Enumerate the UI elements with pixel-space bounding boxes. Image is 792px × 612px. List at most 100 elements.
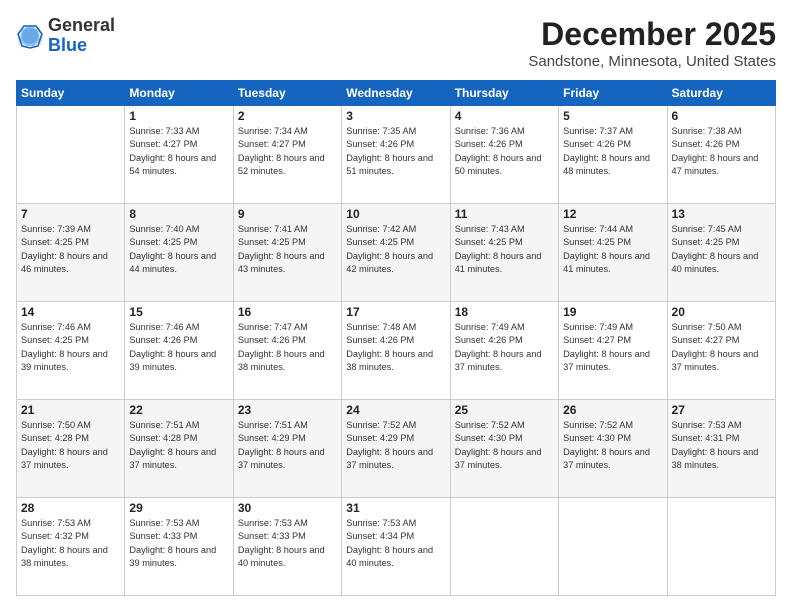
- day-info: Sunrise: 7:53 AMSunset: 4:34 PMDaylight:…: [346, 517, 445, 570]
- day-number: 26: [563, 403, 662, 417]
- calendar-cell: 20 Sunrise: 7:50 AMSunset: 4:27 PMDayligh…: [667, 302, 775, 400]
- day-number: 22: [129, 403, 228, 417]
- calendar-cell: 5Sunrise: 7:37 AMSunset: 4:26 PMDaylight…: [559, 106, 667, 204]
- day-number: 20: [672, 305, 771, 319]
- calendar-cell: 19 Sunrise: 7:49 AMSunset: 4:27 PMDayligh…: [559, 302, 667, 400]
- day-number: 16: [238, 305, 337, 319]
- day-number: 31: [346, 501, 445, 515]
- day-number: 5: [563, 109, 662, 123]
- day-number: 24: [346, 403, 445, 417]
- day-number: 19: [563, 305, 662, 319]
- day-info: Sunrise: 7:47 AMSunset: 4:26 PMDaylight:…: [238, 321, 337, 374]
- calendar-week-1: 1Sunrise: 7:33 AMSunset: 4:27 PMDaylight…: [17, 106, 776, 204]
- day-info: Sunrise: 7:34 AMSunset: 4:27 PMDaylight:…: [238, 125, 337, 178]
- calendar-cell: 24 Sunrise: 7:52 AMSunset: 4:29 PMDayligh…: [342, 400, 450, 498]
- calendar-cell: [450, 498, 558, 596]
- day-info: Sunrise: 7:49 AMSunset: 4:27 PMDaylight:…: [563, 321, 662, 374]
- calendar-cell: 12 Sunrise: 7:44 AMSunset: 4:25 PMDayligh…: [559, 204, 667, 302]
- day-number: 2: [238, 109, 337, 123]
- day-info: Sunrise: 7:43 AMSunset: 4:25 PMDaylight:…: [455, 223, 554, 276]
- title-block: December 2025 Sandstone, Minnesota, Unit…: [528, 16, 776, 70]
- calendar-header-row: SundayMondayTuesdayWednesdayThursdayFrid…: [17, 81, 776, 106]
- calendar-cell: 6Sunrise: 7:38 AMSunset: 4:26 PMDaylight…: [667, 106, 775, 204]
- day-number: 4: [455, 109, 554, 123]
- calendar-week-5: 28Sunrise: 7:53 AMSunset: 4:32 PMDayligh…: [17, 498, 776, 596]
- day-number: 17: [346, 305, 445, 319]
- day-info: Sunrise: 7:48 AMSunset: 4:26 PMDaylight:…: [346, 321, 445, 374]
- calendar-header-friday: Friday: [559, 81, 667, 106]
- calendar-cell: 23 Sunrise: 7:51 AMSunset: 4:29 PMDayligh…: [233, 400, 341, 498]
- day-number: 30: [238, 501, 337, 515]
- logo-blue: Blue: [48, 36, 115, 56]
- calendar-cell: 3Sunrise: 7:35 AMSunset: 4:26 PMDaylight…: [342, 106, 450, 204]
- day-number: 28: [21, 501, 120, 515]
- calendar-cell: [667, 498, 775, 596]
- day-info: Sunrise: 7:49 AMSunset: 4:26 PMDaylight:…: [455, 321, 554, 374]
- logo: General Blue: [16, 16, 115, 56]
- calendar-cell: 14 Sunrise: 7:46 AMSunset: 4:25 PMDayligh…: [17, 302, 125, 400]
- day-number: 15: [129, 305, 228, 319]
- calendar-header-thursday: Thursday: [450, 81, 558, 106]
- logo-text: General Blue: [48, 16, 115, 56]
- day-info: Sunrise: 7:33 AMSunset: 4:27 PMDaylight:…: [129, 125, 228, 178]
- calendar-header-tuesday: Tuesday: [233, 81, 341, 106]
- calendar-cell: 21Sunrise: 7:50 AMSunset: 4:28 PMDayligh…: [17, 400, 125, 498]
- day-number: 7: [21, 207, 120, 221]
- day-number: 10: [346, 207, 445, 221]
- day-info: Sunrise: 7:52 AMSunset: 4:30 PMDaylight:…: [563, 419, 662, 472]
- logo-general: General: [48, 16, 115, 36]
- calendar-cell: 8 Sunrise: 7:40 AMSunset: 4:25 PMDaylight…: [125, 204, 233, 302]
- calendar-cell: 18 Sunrise: 7:49 AMSunset: 4:26 PMDayligh…: [450, 302, 558, 400]
- day-info: Sunrise: 7:46 AMSunset: 4:25 PMDaylight:…: [21, 321, 120, 374]
- day-info: Sunrise: 7:53 AMSunset: 4:31 PMDaylight:…: [672, 419, 771, 472]
- logo-icon: [16, 22, 44, 50]
- calendar-cell: 28Sunrise: 7:53 AMSunset: 4:32 PMDayligh…: [17, 498, 125, 596]
- main-title: December 2025: [528, 16, 776, 53]
- day-number: 21: [21, 403, 120, 417]
- day-number: 18: [455, 305, 554, 319]
- page: General Blue December 2025 Sandstone, Mi…: [0, 0, 792, 612]
- calendar-cell: 26 Sunrise: 7:52 AMSunset: 4:30 PMDayligh…: [559, 400, 667, 498]
- calendar-cell: [559, 498, 667, 596]
- calendar-cell: 9Sunrise: 7:41 AMSunset: 4:25 PMDaylight…: [233, 204, 341, 302]
- day-info: Sunrise: 7:45 AMSunset: 4:25 PMDaylight:…: [672, 223, 771, 276]
- day-info: Sunrise: 7:35 AMSunset: 4:26 PMDaylight:…: [346, 125, 445, 178]
- day-info: Sunrise: 7:42 AMSunset: 4:25 PMDaylight:…: [346, 223, 445, 276]
- calendar-cell: 10 Sunrise: 7:42 AMSunset: 4:25 PMDayligh…: [342, 204, 450, 302]
- day-number: 25: [455, 403, 554, 417]
- calendar-cell: 4Sunrise: 7:36 AMSunset: 4:26 PMDaylight…: [450, 106, 558, 204]
- day-number: 11: [455, 207, 554, 221]
- calendar-cell: 1Sunrise: 7:33 AMSunset: 4:27 PMDaylight…: [125, 106, 233, 204]
- calendar-header-monday: Monday: [125, 81, 233, 106]
- day-info: Sunrise: 7:46 AMSunset: 4:26 PMDaylight:…: [129, 321, 228, 374]
- day-number: 13: [672, 207, 771, 221]
- calendar-cell: 16 Sunrise: 7:47 AMSunset: 4:26 PMDayligh…: [233, 302, 341, 400]
- day-info: Sunrise: 7:52 AMSunset: 4:30 PMDaylight:…: [455, 419, 554, 472]
- day-info: Sunrise: 7:51 AMSunset: 4:29 PMDaylight:…: [238, 419, 337, 472]
- calendar-cell: 7Sunrise: 7:39 AMSunset: 4:25 PMDaylight…: [17, 204, 125, 302]
- calendar-cell: 30Sunrise: 7:53 AMSunset: 4:33 PMDayligh…: [233, 498, 341, 596]
- day-info: Sunrise: 7:52 AMSunset: 4:29 PMDaylight:…: [346, 419, 445, 472]
- calendar-cell: 13 Sunrise: 7:45 AMSunset: 4:25 PMDayligh…: [667, 204, 775, 302]
- day-number: 23: [238, 403, 337, 417]
- day-info: Sunrise: 7:50 AMSunset: 4:27 PMDaylight:…: [672, 321, 771, 374]
- calendar-cell: 22 Sunrise: 7:51 AMSunset: 4:28 PMDayligh…: [125, 400, 233, 498]
- sub-title: Sandstone, Minnesota, United States: [528, 53, 776, 70]
- calendar-cell: 29Sunrise: 7:53 AMSunset: 4:33 PMDayligh…: [125, 498, 233, 596]
- day-info: Sunrise: 7:51 AMSunset: 4:28 PMDaylight:…: [129, 419, 228, 472]
- calendar-cell: [17, 106, 125, 204]
- day-number: 14: [21, 305, 120, 319]
- day-info: Sunrise: 7:44 AMSunset: 4:25 PMDaylight:…: [563, 223, 662, 276]
- calendar-week-3: 14 Sunrise: 7:46 AMSunset: 4:25 PMDayligh…: [17, 302, 776, 400]
- day-info: Sunrise: 7:41 AMSunset: 4:25 PMDaylight:…: [238, 223, 337, 276]
- calendar-week-2: 7Sunrise: 7:39 AMSunset: 4:25 PMDaylight…: [17, 204, 776, 302]
- day-info: Sunrise: 7:53 AMSunset: 4:33 PMDaylight:…: [129, 517, 228, 570]
- day-info: Sunrise: 7:40 AMSunset: 4:25 PMDaylight:…: [129, 223, 228, 276]
- calendar-cell: 25 Sunrise: 7:52 AMSunset: 4:30 PMDayligh…: [450, 400, 558, 498]
- day-number: 8: [129, 207, 228, 221]
- calendar-header-sunday: Sunday: [17, 81, 125, 106]
- calendar-table: SundayMondayTuesdayWednesdayThursdayFrid…: [16, 80, 776, 596]
- calendar-cell: 27Sunrise: 7:53 AMSunset: 4:31 PMDayligh…: [667, 400, 775, 498]
- day-number: 12: [563, 207, 662, 221]
- calendar-cell: 2 Sunrise: 7:34 AMSunset: 4:27 PMDaylight…: [233, 106, 341, 204]
